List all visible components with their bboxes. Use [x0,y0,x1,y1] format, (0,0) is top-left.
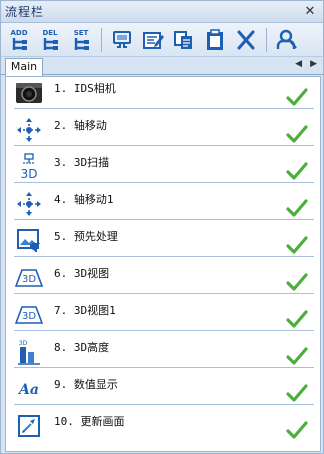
svg-text:3D: 3D [19,340,28,347]
3d-height-icon: 3D [14,337,44,367]
value-display-icon: Aa [14,374,44,404]
user-search-icon [276,29,297,49]
check-icon [286,235,308,254]
toolbar-separator [266,27,267,52]
check-icon [286,309,308,328]
list-item[interactable]: 3D 8. 3D高度 [14,336,314,368]
list-item[interactable]: 5. 预先处理 [14,225,314,257]
preprocess-icon [14,226,44,256]
check-icon [286,161,308,180]
run-button[interactable] [108,26,136,54]
list-item[interactable]: 4. 轴移动1 [14,188,314,220]
3d-view-icon: 3D [14,300,44,330]
camera-icon [14,78,44,108]
step-label: 5. 预先处理 [54,230,118,243]
check-icon [286,87,308,106]
check-icon [286,383,308,402]
run-icon [113,30,131,48]
copy-icon [174,30,192,49]
svg-text:3D: 3D [22,311,36,322]
paste-button[interactable] [201,26,229,54]
svg-text:3D: 3D [21,167,38,181]
edit-button[interactable] [139,26,167,54]
cut-button[interactable] [232,26,260,54]
list-item[interactable]: 10. 更新画面 [14,410,314,442]
svg-text:Aa: Aa [17,382,39,398]
list-item[interactable]: 3D 7. 3D视图1 [14,299,314,331]
list-item[interactable]: 3D 3. 3D扫描 [14,151,314,183]
tab-strip: Main ◀ ▶ [1,57,323,76]
step-label: 8. 3D高度 [54,341,110,354]
tab-nav: ◀ ▶ [295,59,317,69]
check-icon [286,421,308,439]
check-icon [286,272,308,291]
set-text: SET [74,29,89,37]
delete-step-icon: DEL [42,29,58,50]
del-text: DEL [42,29,58,37]
toolbar: ADD DEL SET [1,23,323,57]
axis-move-icon [14,115,44,145]
step-label: 3. 3D扫描 [54,156,110,169]
step-list: 1. IDS相机 2. 轴移动 3D 3. 3D扫描 4. 轴移动1 5. 预先… [5,76,321,452]
refresh-screen-icon [14,411,44,441]
close-icon[interactable]: ✕ [303,4,317,19]
check-icon [286,346,308,365]
3d-view-icon: 3D [14,263,44,293]
step-label: 7. 3D视图1 [54,304,116,317]
add-text: ADD [10,29,27,37]
add-step-icon: ADD [10,29,28,50]
axis-move-icon [14,189,44,219]
step-label: 1. IDS相机 [54,82,116,95]
user-search-button[interactable] [273,26,301,54]
set-step-icon: SET [74,29,89,50]
tab-next-icon[interactable]: ▶ [310,59,317,69]
list-item[interactable]: 2. 轴移动 [14,114,314,146]
step-label: 4. 轴移动1 [54,193,114,206]
step-label: 9. 数值显示 [54,378,118,391]
edit-icon [143,31,164,49]
check-icon [286,124,308,143]
svg-text:3D: 3D [22,274,36,285]
paste-icon [207,28,223,50]
tab-main[interactable]: Main [5,58,43,76]
3d-scan-icon: 3D [14,152,44,182]
set-step-button[interactable]: SET [67,26,95,54]
list-item[interactable]: 1. IDS相机 [14,77,314,109]
step-label: 10. 更新画面 [54,415,125,428]
step-label: 6. 3D视图 [54,267,110,280]
title-bar: 流程栏 ✕ [1,1,323,23]
cut-icon [237,30,255,49]
copy-button[interactable] [170,26,198,54]
list-item[interactable]: 3D 6. 3D视图 [14,262,314,294]
delete-step-button[interactable]: DEL [36,26,64,54]
add-step-button[interactable]: ADD [5,26,33,54]
flow-panel: 流程栏 ✕ ADD DEL SET Main ◀ ▶ 1. IDS相机 2. 轴… [0,0,324,454]
step-label: 2. 轴移动 [54,119,107,132]
toolbar-separator [101,27,102,52]
list-item[interactable]: Aa 9. 数值显示 [14,373,314,405]
tab-prev-icon[interactable]: ◀ [295,59,302,69]
panel-title: 流程栏 [5,5,45,19]
check-icon [286,198,308,217]
